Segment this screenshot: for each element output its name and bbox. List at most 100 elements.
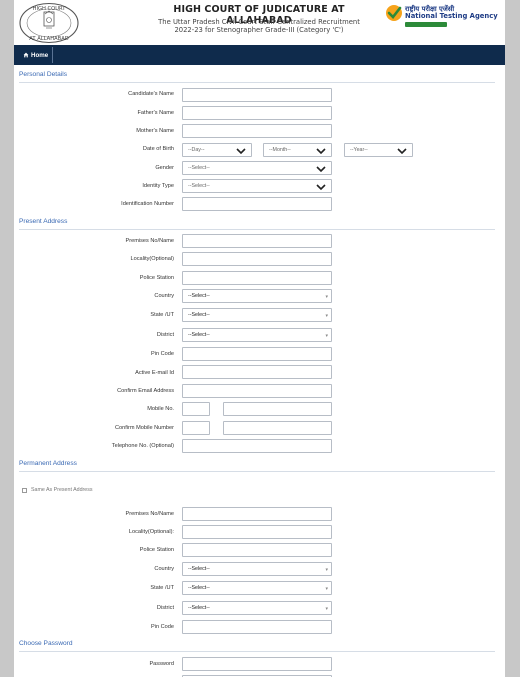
nta-english-name: National Testing Agency bbox=[405, 12, 498, 20]
nta-logo: राष्ट्रीय परीक्षा एजेंसी National Testin… bbox=[384, 3, 502, 43]
chevron-down-icon bbox=[316, 148, 326, 155]
section-personal-details: Personal Details bbox=[19, 71, 68, 78]
father-name-label: Father's Name bbox=[137, 110, 174, 116]
permanent-state-label: State /UT bbox=[150, 585, 174, 591]
present-locality-label: Locality(Optional) bbox=[130, 256, 174, 262]
dropdown-arrow-icon: ▾ bbox=[325, 567, 328, 573]
dob-year-select[interactable]: --Year-- bbox=[344, 143, 413, 157]
subtitle-line-2: 2022-23 for Stenographer Grade-III (Cate… bbox=[174, 26, 344, 34]
chevron-down-icon bbox=[316, 184, 326, 191]
permanent-district-value: --Select-- bbox=[188, 605, 210, 611]
candidate-name-input[interactable] bbox=[182, 88, 332, 102]
top-navbar: Home bbox=[14, 45, 505, 65]
dob-month-select[interactable]: --Month-- bbox=[263, 143, 332, 157]
mother-name-input[interactable] bbox=[182, 124, 332, 138]
gender-label: Gender bbox=[155, 165, 174, 171]
permanent-premises-input[interactable] bbox=[182, 507, 332, 521]
mother-name-label: Mother's Name bbox=[136, 128, 174, 134]
present-police-station-input[interactable] bbox=[182, 271, 332, 285]
identification-number-input[interactable] bbox=[182, 197, 332, 211]
permanent-country-select[interactable]: --Select-- ▾ bbox=[182, 562, 332, 576]
present-premises-label: Premises No/Name bbox=[125, 238, 175, 244]
chevron-down-icon bbox=[236, 148, 246, 155]
dob-day-value: --Day-- bbox=[188, 147, 205, 153]
section-choose-password: Choose Password bbox=[19, 640, 73, 647]
password-input[interactable] bbox=[182, 657, 332, 671]
nta-tagline-bar bbox=[405, 22, 447, 27]
present-state-label: State /UT bbox=[150, 312, 174, 318]
dropdown-arrow-icon: ▾ bbox=[325, 606, 328, 612]
present-district-select[interactable]: --Select-- ▾ bbox=[182, 328, 332, 342]
present-country-value: --Select-- bbox=[188, 293, 210, 299]
permanent-police-station-label: Police Station bbox=[139, 547, 174, 553]
present-police-station-label: Police Station bbox=[139, 275, 174, 281]
dropdown-arrow-icon: ▾ bbox=[325, 333, 328, 339]
permanent-country-value: --Select-- bbox=[188, 566, 210, 572]
gender-select[interactable]: --Select-- bbox=[182, 161, 332, 175]
section-divider bbox=[19, 471, 495, 472]
permanent-country-label: Country bbox=[154, 566, 174, 572]
dob-label: Date of Birth bbox=[142, 146, 174, 152]
identity-type-value: --Select-- bbox=[188, 183, 210, 189]
telephone-input[interactable] bbox=[182, 439, 332, 453]
present-state-value: --Select-- bbox=[188, 312, 210, 318]
email-input[interactable] bbox=[182, 365, 332, 379]
present-pin-code-input[interactable] bbox=[182, 347, 332, 361]
email-label: Active E-mail Id bbox=[135, 370, 174, 376]
chevron-down-icon bbox=[316, 166, 326, 173]
dob-year-value: --Year-- bbox=[350, 147, 368, 153]
confirm-email-input[interactable] bbox=[182, 384, 332, 398]
emblem-top-text: HIGH COURT bbox=[33, 6, 67, 12]
nav-home-link[interactable]: Home bbox=[19, 47, 54, 63]
dob-day-select[interactable]: --Day-- bbox=[182, 143, 252, 157]
gender-value: --Select-- bbox=[188, 165, 210, 171]
permanent-state-select[interactable]: --Select-- ▾ bbox=[182, 581, 332, 595]
section-permanent-address: Permanent Address bbox=[19, 460, 77, 467]
permanent-pin-code-input[interactable] bbox=[182, 620, 332, 634]
section-divider bbox=[19, 82, 495, 83]
present-country-label: Country bbox=[154, 293, 174, 299]
page-subtitle: The Uttar Pradesh Civil Court Staff Cent… bbox=[134, 18, 384, 34]
confirm-mobile-code-input[interactable] bbox=[182, 421, 210, 435]
father-name-input[interactable] bbox=[182, 106, 332, 120]
confirm-email-label: Confirm Email Address bbox=[117, 388, 174, 394]
present-locality-input[interactable] bbox=[182, 252, 332, 266]
emblem-bottom-text: AT ALLAHABAD bbox=[29, 36, 69, 42]
dob-month-value: --Month-- bbox=[269, 147, 291, 153]
registration-page: HIGH COURT AT ALLAHABAD HIGH COURT OF JU… bbox=[14, 0, 505, 677]
present-state-select[interactable]: --Select-- ▾ bbox=[182, 308, 332, 322]
permanent-police-station-input[interactable] bbox=[182, 543, 332, 557]
same-as-present-checkbox[interactable] bbox=[22, 488, 27, 493]
candidate-name-label: Candidate's Name bbox=[128, 91, 174, 97]
permanent-pin-code-label: Pin Code bbox=[150, 624, 174, 630]
present-premises-input[interactable] bbox=[182, 234, 332, 248]
site-header: HIGH COURT AT ALLAHABAD HIGH COURT OF JU… bbox=[14, 0, 505, 45]
permanent-state-value: --Select-- bbox=[188, 585, 210, 591]
identity-type-select[interactable]: --Select-- bbox=[182, 179, 332, 193]
nav-home-label: Home bbox=[31, 51, 49, 59]
confirm-mobile-label: Confirm Mobile Number bbox=[114, 425, 174, 431]
permanent-premises-label: Premises No/Name bbox=[125, 511, 175, 517]
section-divider bbox=[19, 229, 495, 230]
mobile-country-code-input[interactable] bbox=[182, 402, 210, 416]
password-label: Password bbox=[149, 661, 174, 667]
permanent-district-select[interactable]: --Select-- ▾ bbox=[182, 601, 332, 615]
mobile-number-input[interactable] bbox=[223, 402, 332, 416]
present-district-value: --Select-- bbox=[188, 332, 210, 338]
home-icon bbox=[23, 52, 29, 58]
present-district-label: District bbox=[156, 332, 174, 338]
chevron-down-icon bbox=[397, 148, 407, 155]
subtitle-line-1: The Uttar Pradesh Civil Court Staff Cent… bbox=[158, 18, 360, 26]
dropdown-arrow-icon: ▾ bbox=[325, 294, 328, 300]
permanent-locality-input[interactable] bbox=[182, 525, 332, 539]
telephone-label: Telephone No. (Optional) bbox=[111, 443, 174, 449]
section-present-address: Present Address bbox=[19, 218, 68, 225]
permanent-locality-label: Locality(Optional): bbox=[128, 529, 174, 535]
dropdown-arrow-icon: ▾ bbox=[325, 586, 328, 592]
mobile-label: Mobile No. bbox=[147, 406, 174, 412]
high-court-emblem-icon: HIGH COURT AT ALLAHABAD bbox=[19, 2, 79, 44]
confirm-mobile-number-input[interactable] bbox=[223, 421, 332, 435]
present-pin-code-label: Pin Code bbox=[150, 351, 174, 357]
present-country-select[interactable]: --Select-- ▾ bbox=[182, 289, 332, 303]
nta-check-icon bbox=[386, 5, 402, 21]
